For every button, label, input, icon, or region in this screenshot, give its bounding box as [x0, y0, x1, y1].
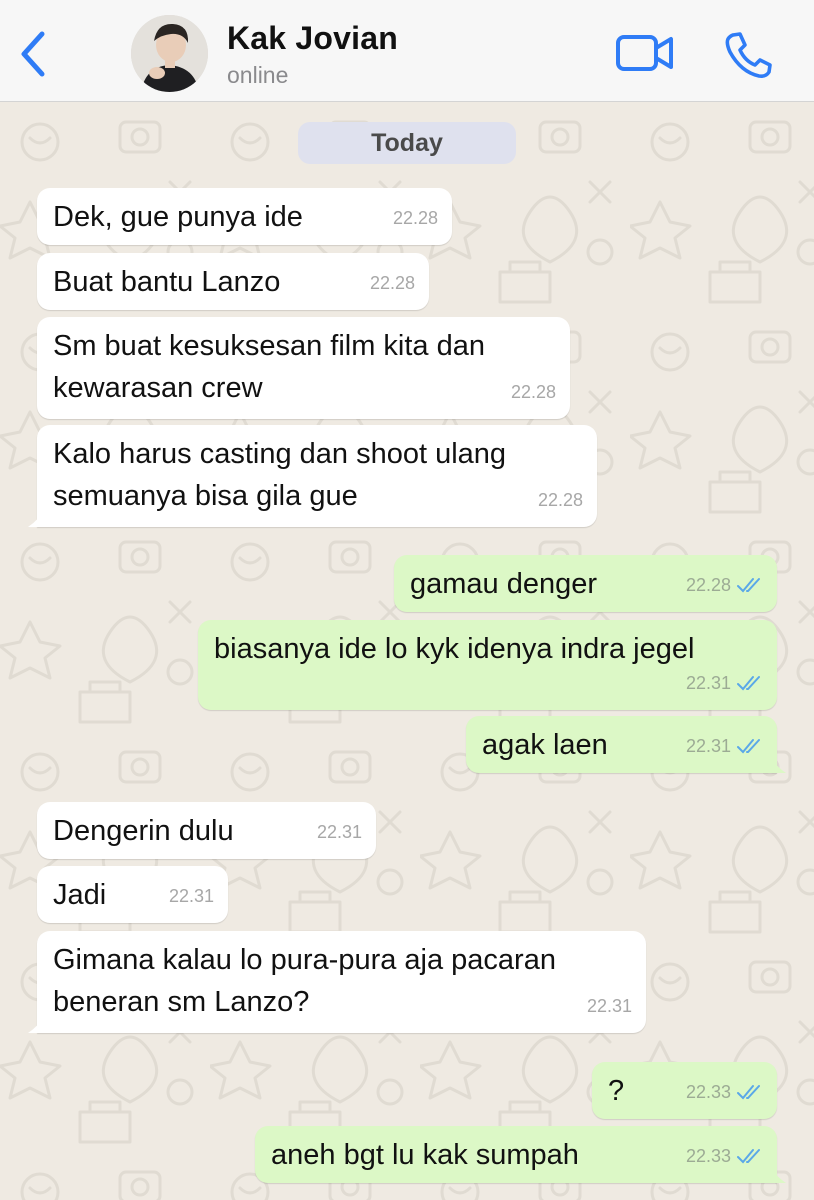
message-text: Dek, gue punya ide	[53, 201, 303, 233]
message-incoming[interactable]: Sm buat kesuksesan film kita dan kewaras…	[37, 317, 570, 419]
read-receipt-icon	[737, 1085, 760, 1100]
message-time: 22.33	[685, 1082, 731, 1102]
chevron-left-icon	[21, 31, 45, 77]
message-outgoing[interactable]: ? 22.33	[592, 1062, 777, 1119]
message-time: 22.31	[685, 673, 731, 693]
bubble-tail	[766, 1161, 786, 1183]
message-incoming[interactable]: Dengerin dulu 22.31	[37, 802, 376, 859]
contact-name[interactable]: Kak Jovian	[227, 20, 398, 57]
message-text: ?	[608, 1075, 625, 1107]
message-text: Gimana kalau lo pura-pura aja pacaran be…	[53, 944, 556, 1018]
video-call-button[interactable]	[615, 33, 675, 73]
message-incoming[interactable]: Dek, gue punya ide 22.28	[37, 188, 452, 245]
chat-area[interactable]: Today Dek, gue punya ide 22.28 Buat bant…	[0, 102, 814, 1200]
video-camera-icon	[616, 35, 673, 71]
message-time: 22.28	[537, 490, 583, 510]
message-time: 22.28	[510, 382, 556, 402]
message-incoming[interactable]: Buat bantu Lanzo 22.28	[37, 253, 429, 310]
bubble-tail	[28, 505, 48, 527]
back-button[interactable]	[14, 28, 54, 80]
message-time: 22.31	[586, 996, 632, 1016]
message-text: Dengerin dulu	[53, 815, 234, 847]
message-time: 22.28	[685, 575, 731, 595]
message-outgoing[interactable]: agak laen 22.31	[466, 716, 786, 773]
read-receipt-icon	[737, 578, 760, 593]
message-incoming[interactable]: Kalo harus casting dan shoot ulang semua…	[28, 425, 597, 527]
message-text: Jadi	[53, 879, 107, 911]
message-time: 22.31	[316, 822, 362, 842]
avatar[interactable]	[131, 15, 208, 92]
bubble-tail	[766, 751, 786, 773]
bubble-tail	[28, 1011, 48, 1033]
avatar-photo	[131, 15, 208, 92]
message-incoming[interactable]: Jadi 22.31	[37, 866, 228, 923]
chat-header: Kak Jovian online	[0, 0, 814, 102]
read-receipt-icon	[737, 739, 760, 754]
message-time: 22.28	[369, 273, 415, 293]
date-separator: Today	[298, 122, 516, 164]
message-outgoing[interactable]: biasanya ide lo kyk idenya indra jegel 2…	[198, 620, 777, 710]
read-receipt-icon	[737, 676, 760, 691]
message-text: Kalo harus casting dan shoot ulang semua…	[53, 438, 507, 512]
message-time: 22.31	[168, 886, 214, 906]
message-incoming[interactable]: Gimana kalau lo pura-pura aja pacaran be…	[28, 931, 646, 1033]
message-text: aneh bgt lu kak sumpah	[271, 1139, 579, 1171]
message-text: gamau denger	[410, 568, 598, 600]
contact-status: online	[227, 62, 289, 88]
message-time: 22.33	[685, 1146, 731, 1166]
message-time: 22.31	[685, 736, 731, 756]
phone-icon	[725, 32, 772, 78]
message-time: 22.28	[392, 208, 438, 228]
message-outgoing[interactable]: aneh bgt lu kak sumpah 22.33	[255, 1126, 786, 1183]
voice-call-button[interactable]	[722, 30, 774, 80]
read-receipt-icon	[737, 1149, 760, 1164]
message-text: Sm buat kesuksesan film kita dan kewaras…	[53, 330, 485, 404]
message-text: agak laen	[482, 729, 608, 761]
message-text: biasanya ide lo kyk idenya indra jegel	[214, 633, 695, 665]
message-text: Buat bantu Lanzo	[53, 266, 281, 298]
message-outgoing[interactable]: gamau denger 22.28	[394, 555, 777, 612]
